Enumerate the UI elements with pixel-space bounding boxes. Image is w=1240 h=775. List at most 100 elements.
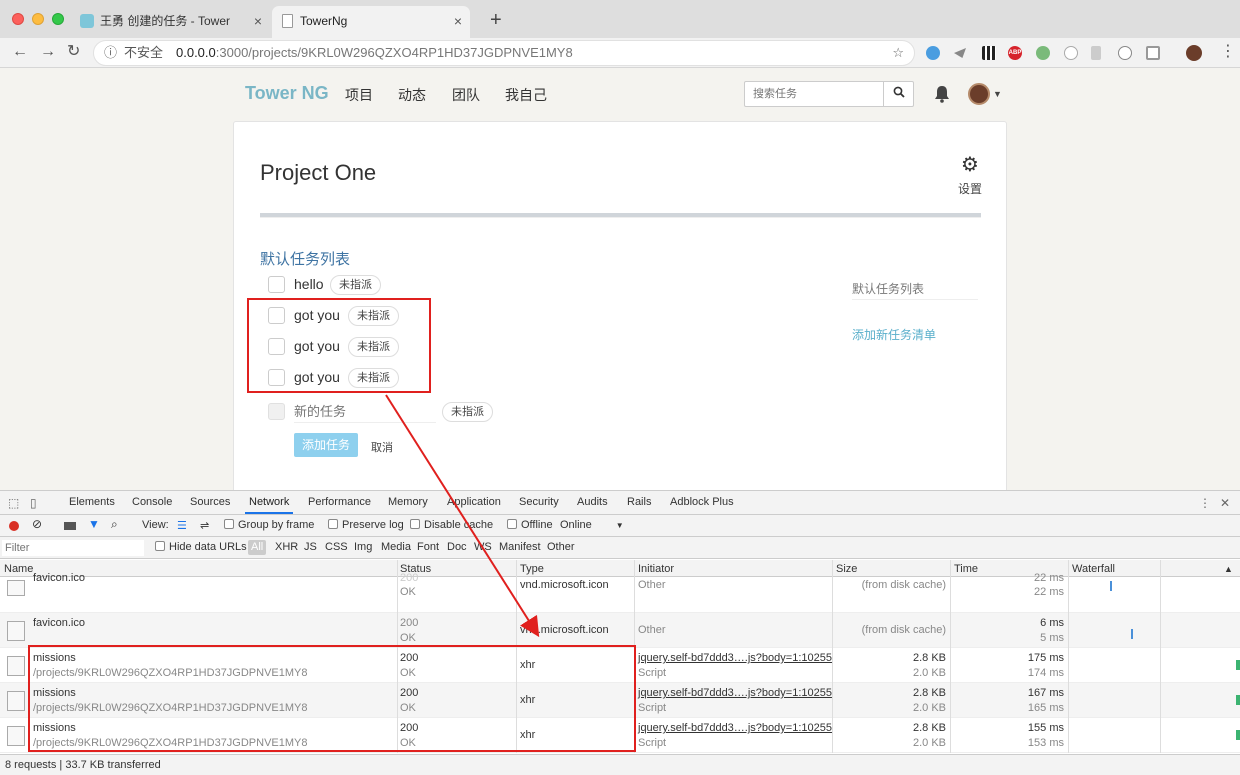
- filter-type-css[interactable]: CSS: [325, 541, 348, 553]
- search-input[interactable]: [745, 82, 883, 106]
- nav-me[interactable]: 我自己: [505, 85, 547, 105]
- table-row[interactable]: favicon.ico 200 OK vnd.microsoft.icon Ot…: [0, 572, 1240, 613]
- user-avatar[interactable]: [968, 83, 990, 105]
- request-initiator-link[interactable]: jquery.self-bd7ddd3….js?body=1:10255: [638, 652, 832, 664]
- adblock-plus-icon[interactable]: ABP: [1008, 46, 1022, 60]
- filter-type-js[interactable]: JS: [304, 541, 317, 553]
- qr-icon[interactable]: [982, 46, 996, 60]
- todo-checkbox[interactable]: [268, 276, 285, 293]
- browser-menu-icon[interactable]: ⋮: [1220, 42, 1236, 62]
- site-info-icon[interactable]: ⓘ: [104, 41, 117, 65]
- todo-text[interactable]: hello: [294, 276, 324, 292]
- cast-icon[interactable]: [1146, 46, 1160, 60]
- group-by-frame-checkbox[interactable]: [224, 519, 234, 529]
- filter-input[interactable]: [2, 540, 144, 556]
- browser-tab-tower[interactable]: 王勇 创建的任务 - Tower ×: [72, 6, 270, 38]
- throttle-select[interactable]: Online ▼: [560, 519, 624, 531]
- settings-button[interactable]: ⚙ 设置: [950, 154, 990, 197]
- request-initiator-link[interactable]: jquery.self-bd7ddd3….js?body=1:10255: [638, 687, 832, 699]
- overview-icon[interactable]: ⇌: [200, 519, 209, 532]
- devtools-tab-application[interactable]: Application: [447, 496, 501, 508]
- request-initiator-link[interactable]: jquery.self-bd7ddd3….js?body=1:10255: [638, 722, 832, 734]
- new-tab-button[interactable]: +: [490, 8, 502, 32]
- cancel-link[interactable]: 取消: [371, 439, 393, 455]
- filter-type-ws[interactable]: WS: [474, 541, 492, 553]
- nav-team[interactable]: 团队: [452, 85, 480, 105]
- preserve-log-toggle[interactable]: Preserve log: [328, 519, 404, 531]
- filter-type-manifest[interactable]: Manifest: [499, 541, 541, 553]
- chevron-down-icon[interactable]: ▼: [993, 89, 1002, 99]
- devtools-tab-console[interactable]: Console: [132, 496, 172, 508]
- send-icon[interactable]: [954, 48, 966, 58]
- devtools-tab-adblock-plus[interactable]: Adblock Plus: [670, 496, 734, 508]
- reload-icon[interactable]: ↻: [67, 42, 80, 62]
- minimize-window-button[interactable]: [32, 13, 44, 25]
- nav-activity[interactable]: 动态: [398, 85, 426, 105]
- disable-cache-toggle[interactable]: Disable cache: [410, 519, 493, 531]
- check-icon[interactable]: [1064, 46, 1078, 60]
- devtools-tab-audits[interactable]: Audits: [577, 496, 608, 508]
- filter-type-font[interactable]: Font: [417, 541, 439, 553]
- filter-type-all[interactable]: All: [248, 540, 267, 555]
- column-size[interactable]: Size: [836, 563, 857, 575]
- disable-cache-checkbox[interactable]: [410, 519, 420, 529]
- sort-icon[interactable]: ▲: [1224, 564, 1233, 574]
- clear-icon[interactable]: ⊘: [32, 517, 42, 531]
- column-name[interactable]: Name: [4, 563, 33, 575]
- filter-type-doc[interactable]: Doc: [447, 541, 467, 553]
- back-arrow-icon[interactable]: ←: [12, 42, 28, 62]
- offline-toggle[interactable]: Offline: [507, 519, 553, 531]
- filter-icon[interactable]: ▼: [88, 517, 100, 531]
- sidebar-list-name[interactable]: 默认任务列表: [852, 280, 978, 300]
- tab-close-icon[interactable]: ×: [254, 6, 262, 36]
- hide-data-urls-checkbox[interactable]: [155, 541, 165, 551]
- devtools-tab-sources[interactable]: Sources: [190, 496, 230, 508]
- filter-type-other[interactable]: Other: [547, 541, 575, 553]
- bookmark-star-icon[interactable]: ☆: [892, 41, 904, 65]
- new-todo-assignee-badge[interactable]: 未指派: [442, 402, 493, 422]
- address-bar[interactable]: ⓘ 不安全 0.0.0.0:3000/projects/9KRL0W296QZX…: [93, 40, 915, 66]
- column-waterfall[interactable]: Waterfall: [1072, 563, 1115, 575]
- url-text[interactable]: 0.0.0.0:3000/projects/9KRL0W296QZXO4RP1H…: [176, 41, 573, 65]
- filter-type-media[interactable]: Media: [381, 541, 411, 553]
- new-todo-input[interactable]: [294, 401, 436, 423]
- group-by-frame-toggle[interactable]: Group by frame: [224, 519, 314, 531]
- devtools-tab-network[interactable]: Network: [244, 496, 294, 514]
- bell-icon[interactable]: [934, 85, 950, 103]
- device-toggle-icon[interactable]: ▯: [30, 496, 37, 510]
- assignee-badge[interactable]: 未指派: [330, 275, 381, 295]
- circle-icon[interactable]: [1036, 46, 1050, 60]
- capture-screenshots-icon[interactable]: [64, 522, 76, 530]
- filter-type-img[interactable]: Img: [354, 541, 372, 553]
- react-icon[interactable]: [1118, 46, 1132, 60]
- column-divider[interactable]: [832, 560, 833, 753]
- search-button[interactable]: [883, 82, 913, 106]
- devtools-more-icon[interactable]: ⋮: [1199, 496, 1211, 510]
- nav-projects[interactable]: 项目: [345, 85, 373, 105]
- offline-checkbox[interactable]: [507, 519, 517, 529]
- maximize-window-button[interactable]: [52, 13, 64, 25]
- devtools-close-icon[interactable]: ✕: [1220, 496, 1230, 510]
- devtools-tab-performance[interactable]: Performance: [308, 496, 371, 508]
- column-initiator[interactable]: Initiator: [638, 563, 674, 575]
- preserve-log-checkbox[interactable]: [328, 519, 338, 529]
- close-window-button[interactable]: [12, 13, 24, 25]
- devtools-tab-rails[interactable]: Rails: [627, 496, 651, 508]
- tab-close-icon[interactable]: ×: [454, 6, 462, 36]
- search-icon[interactable]: ⌕: [111, 517, 118, 532]
- forward-arrow-icon[interactable]: →: [40, 42, 56, 62]
- profile-avatar[interactable]: [1186, 45, 1202, 61]
- hide-data-urls-toggle[interactable]: Hide data URLs: [155, 541, 247, 553]
- speaker-icon[interactable]: [1091, 46, 1101, 60]
- add-list-link[interactable]: 添加新任务清单: [852, 326, 936, 343]
- add-task-button[interactable]: 添加任务: [294, 433, 358, 457]
- brand-logo[interactable]: Tower NG: [245, 83, 329, 104]
- filter-type-xhr[interactable]: XHR: [275, 541, 298, 553]
- browser-tab-towerng[interactable]: TowerNg ×: [272, 6, 470, 38]
- devtools-tab-elements[interactable]: Elements: [69, 496, 115, 508]
- record-icon[interactable]: [9, 521, 19, 531]
- large-rows-icon[interactable]: ☰: [177, 519, 187, 532]
- compass-icon[interactable]: [926, 46, 940, 60]
- table-row[interactable]: favicon.ico 200 OK vnd.microsoft.icon Ot…: [0, 613, 1240, 648]
- column-type[interactable]: Type: [520, 563, 544, 575]
